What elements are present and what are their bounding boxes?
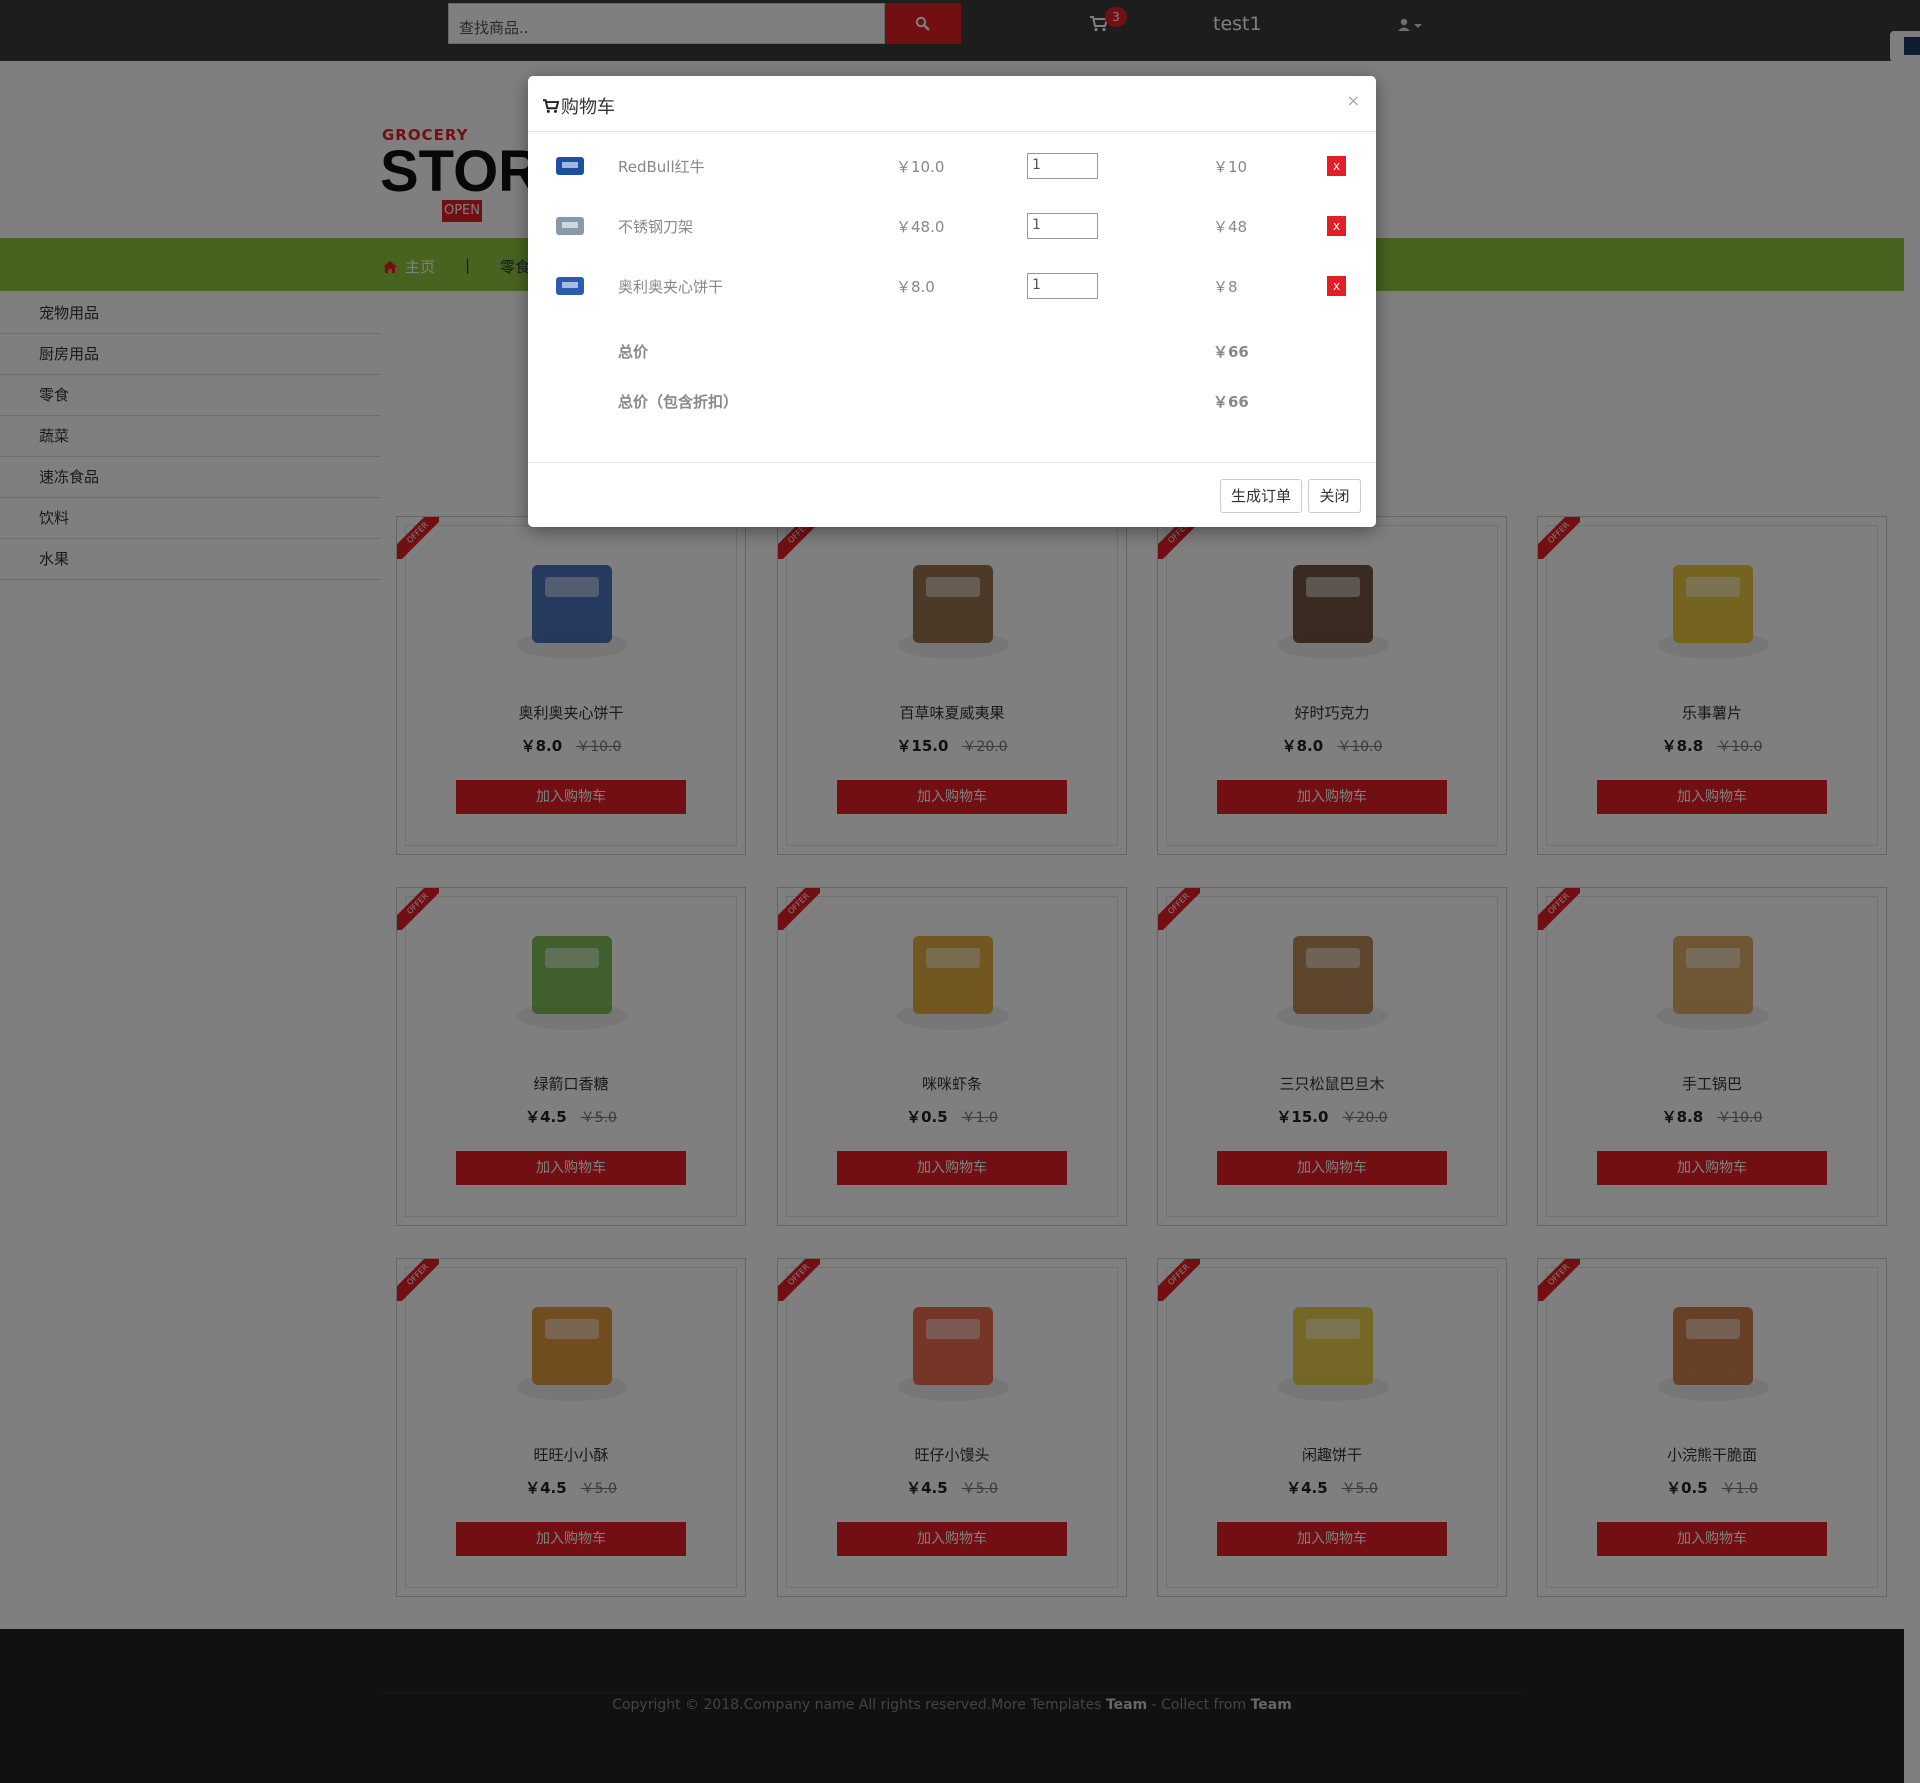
remove-item-button[interactable]: x — [1327, 156, 1346, 176]
cart-item-price: ￥8.0 — [896, 278, 935, 296]
discount-total-label: 总价（包含折扣） — [618, 393, 739, 411]
cart-item-subtotal: ￥48 — [1213, 218, 1248, 236]
cart-row: RedBull红牛 ￥10.0 1 ￥10 x — [528, 146, 1376, 186]
cart-item-name: RedBull红牛 — [618, 158, 705, 176]
cart-item-price: ￥10.0 — [896, 158, 945, 176]
remove-item-button[interactable]: x — [1327, 216, 1346, 236]
create-order-button[interactable]: 生成订单 — [1220, 479, 1302, 513]
discount-total-value: ￥66 — [1213, 393, 1249, 411]
total-label: 总价 — [618, 343, 649, 361]
cart-item-thumbnail — [556, 217, 584, 235]
cart-modal-title: 购物车 — [543, 93, 615, 119]
cart-item-thumbnail — [556, 277, 584, 295]
cart-item-thumbnail — [556, 157, 584, 175]
cart-item-name: 奥利奥夹心饼干 — [618, 278, 724, 296]
close-button[interactable]: 关闭 — [1308, 479, 1361, 513]
total-value: ￥66 — [1213, 343, 1249, 361]
cart-icon — [543, 98, 559, 113]
cart-item-price: ￥48.0 — [896, 218, 945, 236]
cart-modal-header: 购物车 × — [528, 76, 1376, 132]
cart-modal-footer: 生成订单 关闭 — [528, 462, 1376, 527]
cart-item-subtotal: ￥8 — [1213, 278, 1238, 296]
cart-modal: 购物车 × RedBull红牛 ￥10.0 1 ￥10 x 不锈钢刀架 ￥48.0 1 ￥48 x… — [528, 76, 1376, 527]
cart-row: 奥利奥夹心饼干 ￥8.0 1 ￥8 x — [528, 266, 1376, 306]
quantity-input[interactable]: 1 — [1027, 153, 1098, 179]
quantity-input[interactable]: 1 — [1027, 273, 1098, 299]
cart-modal-title-text: 购物车 — [561, 97, 615, 118]
quantity-input[interactable]: 1 — [1027, 213, 1098, 239]
close-icon[interactable]: × — [1347, 91, 1360, 110]
remove-item-button[interactable]: x — [1327, 276, 1346, 296]
cart-row: 不锈钢刀架 ￥48.0 1 ￥48 x — [528, 206, 1376, 246]
cart-item-subtotal: ￥10 — [1213, 158, 1248, 176]
cart-item-name: 不锈钢刀架 — [618, 218, 694, 236]
